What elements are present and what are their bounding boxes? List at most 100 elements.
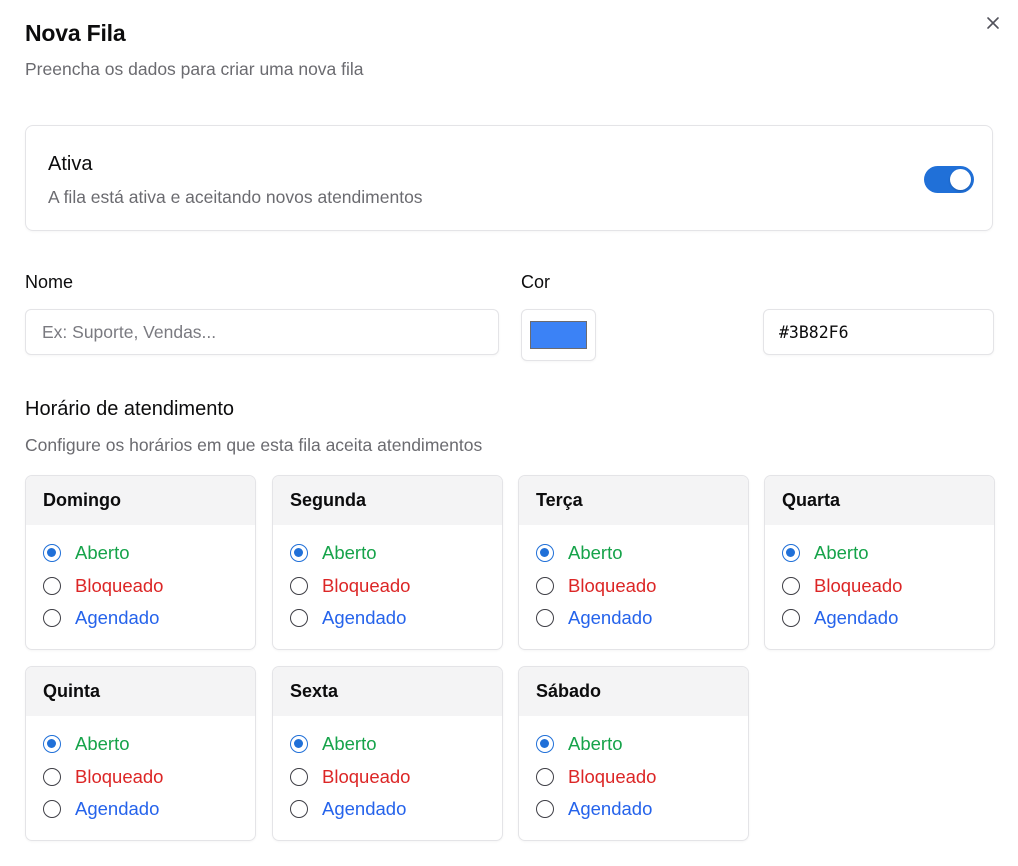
radio-button[interactable] <box>43 800 61 819</box>
day-options: Aberto Bloqueado Agendado <box>26 525 255 635</box>
radio-label: Agendado <box>814 607 899 629</box>
day-card-segunda: Segunda Aberto Bloqueado Agendado <box>272 475 503 650</box>
close-icon <box>987 17 999 29</box>
close-button[interactable] <box>981 11 1005 35</box>
toggle-knob <box>950 169 971 190</box>
day-options: Aberto Bloqueado Agendado <box>273 525 502 635</box>
day-card-terca: Terça Aberto Bloqueado Agendado <box>518 475 749 650</box>
radio-button[interactable] <box>536 800 554 819</box>
radio-option-blocked[interactable]: Bloqueado <box>536 761 748 794</box>
day-name: Sábado <box>519 667 748 716</box>
day-name: Quarta <box>765 476 994 525</box>
day-name: Quinta <box>26 667 255 716</box>
radio-option-open[interactable]: Aberto <box>290 728 502 761</box>
radio-label: Agendado <box>322 607 407 629</box>
radio-button[interactable] <box>290 609 308 628</box>
color-hex-input[interactable] <box>763 309 994 355</box>
dialog-title: Nova Fila <box>25 20 126 46</box>
radio-label: Bloqueado <box>322 765 411 787</box>
radio-button[interactable] <box>782 609 800 628</box>
radio-button[interactable] <box>290 767 308 786</box>
radio-option-blocked[interactable]: Bloqueado <box>290 570 502 603</box>
radio-button[interactable] <box>536 544 554 563</box>
day-options: Aberto Bloqueado Agendado <box>26 716 255 826</box>
radio-label: Aberto <box>814 542 869 564</box>
radio-option-open[interactable]: Aberto <box>43 728 255 761</box>
radio-label: Agendado <box>75 607 160 629</box>
radio-option-blocked[interactable]: Bloqueado <box>536 570 748 603</box>
radio-option-scheduled[interactable]: Agendado <box>290 602 502 635</box>
radio-label: Agendado <box>568 607 653 629</box>
radio-label: Aberto <box>568 733 623 755</box>
radio-label: Agendado <box>75 798 160 820</box>
radio-button[interactable] <box>290 800 308 819</box>
radio-label: Aberto <box>568 542 623 564</box>
radio-label: Aberto <box>322 542 377 564</box>
radio-button[interactable] <box>536 576 554 595</box>
radio-button[interactable] <box>43 767 61 786</box>
active-toggle[interactable] <box>924 166 974 193</box>
radio-label: Agendado <box>322 798 407 820</box>
radio-option-open[interactable]: Aberto <box>536 728 748 761</box>
radio-option-blocked[interactable]: Bloqueado <box>290 761 502 794</box>
radio-option-open[interactable]: Aberto <box>782 537 994 570</box>
radio-option-blocked[interactable]: Bloqueado <box>782 570 994 603</box>
day-card-quarta: Quarta Aberto Bloqueado Agendado <box>764 475 995 650</box>
radio-button[interactable] <box>290 544 308 563</box>
radio-button[interactable] <box>290 576 308 595</box>
active-status-card: Ativa A fila está ativa e aceitando novo… <box>25 125 993 231</box>
radio-label: Aberto <box>75 733 130 755</box>
day-card-domingo: Domingo Aberto Bloqueado Agendado <box>25 475 256 650</box>
radio-option-scheduled[interactable]: Agendado <box>782 602 994 635</box>
radio-button[interactable] <box>536 735 554 754</box>
name-label: Nome <box>25 272 74 292</box>
radio-option-open[interactable]: Aberto <box>536 537 748 570</box>
day-options: Aberto Bloqueado Agendado <box>765 525 994 635</box>
color-label: Cor <box>521 272 551 292</box>
radio-button[interactable] <box>43 576 61 595</box>
day-name: Segunda <box>273 476 502 525</box>
radio-option-open[interactable]: Aberto <box>290 537 502 570</box>
new-queue-dialog: Nova Fila Preencha os dados para criar u… <box>0 0 1018 866</box>
radio-option-blocked[interactable]: Bloqueado <box>43 761 255 794</box>
day-card-quinta: Quinta Aberto Bloqueado Agendado <box>25 666 256 841</box>
radio-option-scheduled[interactable]: Agendado <box>536 793 748 826</box>
radio-option-open[interactable]: Aberto <box>43 537 255 570</box>
radio-label: Bloqueado <box>322 574 411 596</box>
active-status-description: A fila está ativa e aceitando novos aten… <box>48 187 423 207</box>
radio-button[interactable] <box>43 735 61 754</box>
schedule-description: Configure os horários em que esta fila a… <box>25 435 483 455</box>
radio-button[interactable] <box>782 544 800 563</box>
day-name: Domingo <box>26 476 255 525</box>
radio-label: Agendado <box>568 798 653 820</box>
radio-option-scheduled[interactable]: Agendado <box>43 793 255 826</box>
radio-button[interactable] <box>782 576 800 595</box>
day-name: Terça <box>519 476 748 525</box>
radio-button[interactable] <box>43 544 61 563</box>
day-card-sexta: Sexta Aberto Bloqueado Agendado <box>272 666 503 841</box>
radio-button[interactable] <box>43 609 61 628</box>
radio-option-scheduled[interactable]: Agendado <box>43 602 255 635</box>
color-swatch <box>530 321 587 349</box>
radio-label: Bloqueado <box>568 574 657 596</box>
day-options: Aberto Bloqueado Agendado <box>273 716 502 826</box>
radio-button[interactable] <box>536 767 554 786</box>
radio-button[interactable] <box>536 609 554 628</box>
radio-label: Aberto <box>322 733 377 755</box>
radio-option-scheduled[interactable]: Agendado <box>536 602 748 635</box>
day-name: Sexta <box>273 667 502 716</box>
radio-option-scheduled[interactable]: Agendado <box>290 793 502 826</box>
name-input[interactable] <box>25 309 499 355</box>
radio-label: Bloqueado <box>568 765 657 787</box>
schedule-title: Horário de atendimento <box>25 398 235 420</box>
radio-label: Aberto <box>75 542 130 564</box>
day-options: Aberto Bloqueado Agendado <box>519 525 748 635</box>
radio-option-blocked[interactable]: Bloqueado <box>43 570 255 603</box>
color-picker-button[interactable] <box>521 309 596 361</box>
radio-label: Bloqueado <box>814 574 903 596</box>
day-card-sabado: Sábado Aberto Bloqueado Agendado <box>518 666 749 841</box>
radio-button[interactable] <box>290 735 308 754</box>
dialog-subtitle: Preencha os dados para criar uma nova fi… <box>25 59 364 79</box>
radio-label: Bloqueado <box>75 765 164 787</box>
active-status-title: Ativa <box>48 153 93 175</box>
